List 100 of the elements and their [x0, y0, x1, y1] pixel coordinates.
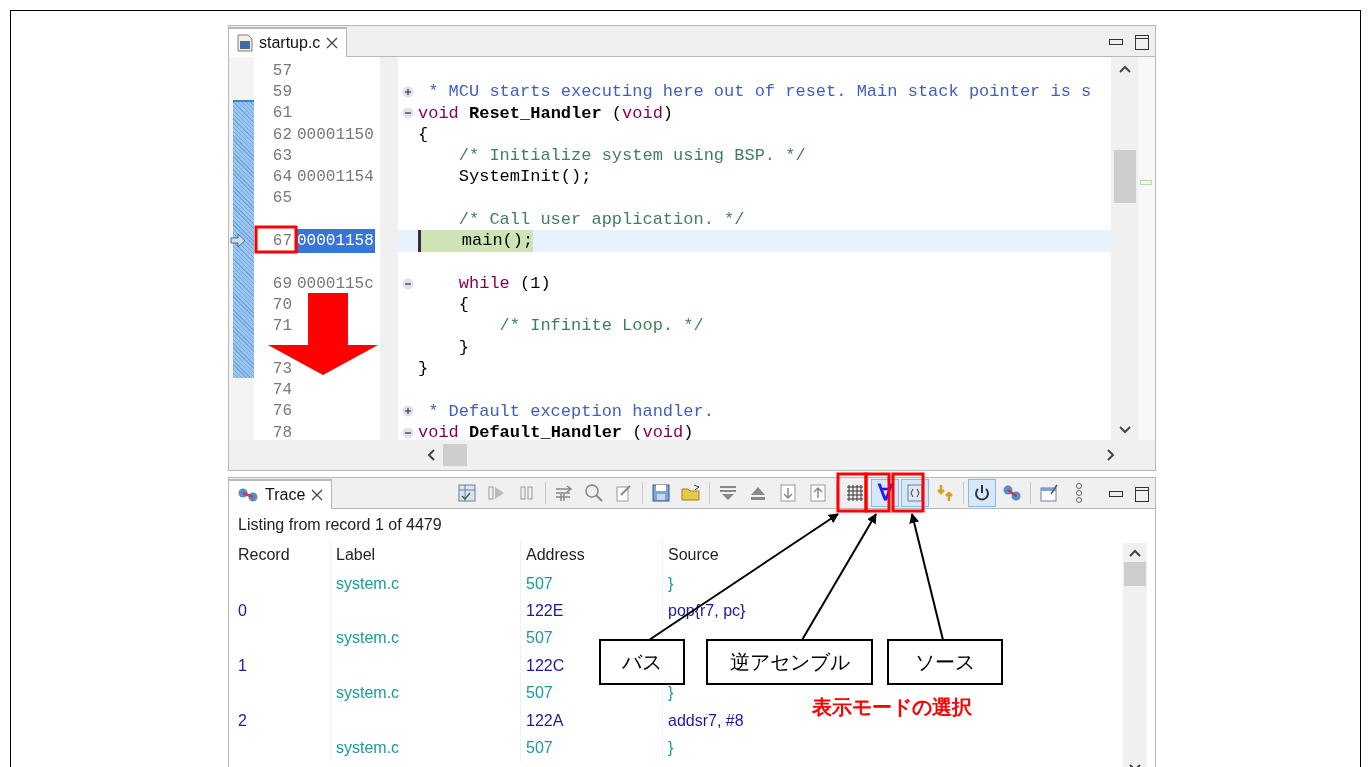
link-nodes-icon — [237, 487, 259, 503]
line-number: 78 — [272, 422, 292, 444]
callout-label: ソース — [887, 639, 1003, 685]
table-cell-text: 507 — [526, 738, 553, 759]
address-text: 00001158 — [296, 229, 375, 254]
scroll-right-icon[interactable] — [1107, 449, 1115, 461]
collapse-icon[interactable] — [402, 426, 414, 439]
table-cell-text: 0 — [238, 601, 247, 622]
line-number: 73 — [272, 358, 292, 380]
address-text: 00001154 — [296, 167, 375, 189]
vertical-dots-icon — [1075, 482, 1083, 504]
caption-text: 表示モードの選択 — [812, 695, 972, 720]
column-header[interactable]: Record — [238, 543, 290, 567]
maximize-icon[interactable] — [1135, 487, 1149, 502]
listing-status: Listing from record 1 of 4479 — [237, 515, 443, 535]
code-line: { — [418, 123, 429, 146]
tab-title: Trace — [265, 485, 306, 505]
table-cell-text: 122C — [526, 655, 565, 676]
table-cell-text: 122E — [526, 601, 564, 622]
expand-icon[interactable] — [402, 85, 414, 98]
collapse-icon[interactable] — [402, 107, 414, 120]
toolbar-button[interactable] — [968, 479, 996, 507]
table-check-icon — [456, 482, 478, 504]
line-number: 62 — [272, 124, 292, 146]
table-cell-text: addsr7, #8 — [668, 710, 744, 731]
line-number: 59 — [272, 81, 292, 103]
scroll-up-icon[interactable] — [1118, 65, 1131, 73]
line-number: 67 — [272, 231, 292, 253]
tab-title: startup.c — [259, 33, 321, 53]
minimize-icon[interactable] — [1109, 38, 1123, 47]
code-line: SystemInit(); — [457, 166, 592, 188]
callout-label: バス — [599, 639, 685, 685]
table-cell-text: system.c — [336, 738, 400, 759]
save-icon — [650, 482, 672, 504]
c-file-icon — [237, 34, 253, 52]
code-line: * Default exception handler. — [427, 400, 714, 423]
window-edit-icon — [1038, 482, 1060, 504]
table-cell-text: } — [668, 573, 674, 594]
code-line: void Reset_Handler (void) — [418, 102, 674, 124]
folder-icon — [680, 482, 702, 504]
line-number: 64 — [272, 167, 292, 189]
overview-marker — [1140, 180, 1152, 185]
table-cell-text: 507 — [526, 573, 553, 594]
line-number: 65 — [272, 188, 292, 210]
scroll-thumb[interactable] — [1124, 562, 1146, 586]
grid-icon — [844, 482, 866, 504]
code-line: } — [457, 336, 469, 359]
scroll-thumb[interactable] — [1113, 150, 1136, 203]
line-number: 71 — [272, 316, 292, 338]
code-line: } — [418, 358, 429, 380]
code-line: * MCU starts executing here out of reset. Main stack pointer is s — [427, 81, 1092, 103]
table-cell-text: 507 — [526, 628, 553, 649]
callout-label: 逆アセンブル — [706, 639, 873, 685]
maximize-icon[interactable] — [1135, 35, 1149, 50]
code-line: /* Call user application. */ — [457, 209, 745, 231]
line-number: 74 — [272, 380, 292, 402]
expand-icon[interactable] — [402, 405, 414, 418]
table-cell-text: 1 — [238, 655, 247, 676]
table-cell-text: 507 — [526, 683, 553, 704]
code-line: void Default_Handler (void) — [418, 422, 694, 440]
tab[interactable]: startup.c — [229, 27, 348, 57]
arrows-icon — [553, 482, 575, 504]
line-number: 57 — [272, 60, 292, 82]
line-number: 70 — [272, 294, 292, 316]
scroll-left-icon[interactable] — [427, 449, 435, 461]
scroll-up-icon[interactable] — [1129, 549, 1141, 557]
highlight-frame — [836, 472, 868, 513]
code-line: while (1) — [457, 272, 551, 295]
down-arrow-document-icon — [777, 482, 799, 504]
code-line: /* Infinite Loop. */ — [498, 315, 704, 337]
column-header[interactable]: Label — [336, 543, 376, 567]
highlight-frame — [891, 472, 925, 513]
collapse-icon[interactable] — [402, 277, 414, 290]
table-cell-text: system.c — [336, 683, 400, 704]
close-icon[interactable] — [311, 489, 324, 501]
table-cell-text: 122A — [526, 710, 564, 731]
line-number: 63 — [272, 145, 292, 167]
table-cell-text: 2 — [238, 710, 247, 731]
minimize-icon[interactable] — [1109, 490, 1123, 499]
line-number: 61 — [272, 103, 292, 125]
code-line: /* Initialize system using BSP. */ — [457, 145, 806, 167]
table-cell-text: system.c — [336, 628, 400, 649]
table-cell-text: system.c — [336, 573, 400, 594]
column-header[interactable]: Address — [526, 543, 585, 567]
code-line: { — [457, 294, 469, 316]
highlight-frame — [254, 225, 298, 254]
address-text: 0000115c — [296, 273, 375, 295]
line-number: 69 — [272, 273, 292, 295]
scroll-down-icon[interactable] — [1118, 426, 1131, 434]
close-icon[interactable] — [326, 37, 339, 49]
tab[interactable]: Trace — [229, 479, 333, 509]
table-cell-text: } — [668, 683, 674, 704]
address-text: 00001150 — [296, 124, 375, 146]
table-cell-text: } — [668, 738, 674, 759]
up-arrow-document-icon — [807, 482, 829, 504]
horizontal-scrollbar[interactable] — [443, 444, 467, 466]
search-icon — [583, 482, 605, 504]
vertical-scrollbar[interactable] — [1123, 543, 1147, 767]
column-header[interactable]: Source — [668, 543, 719, 567]
line-number: 76 — [272, 401, 292, 423]
